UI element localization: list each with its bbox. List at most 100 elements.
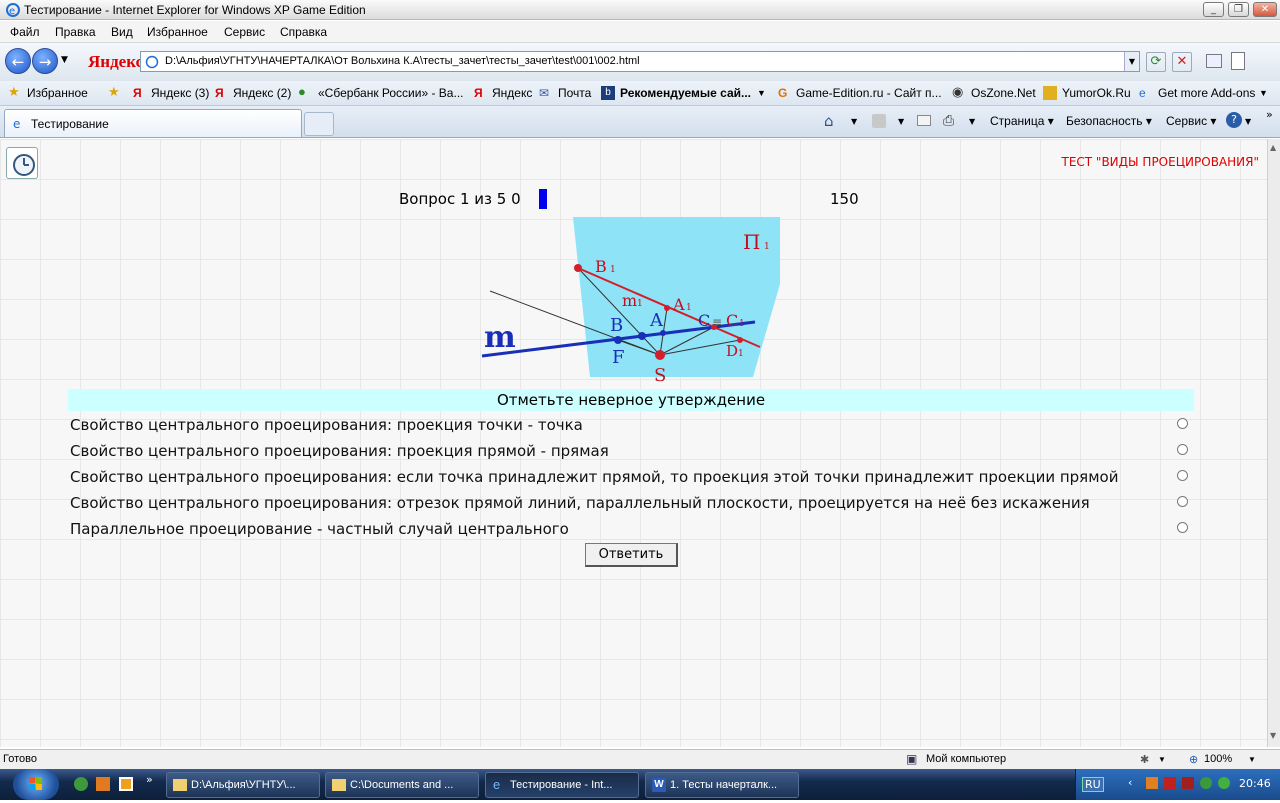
stop-icon[interactable]: ✕ bbox=[1172, 52, 1192, 72]
quicklaunch-icon[interactable] bbox=[74, 777, 88, 791]
zone-text: Мой компьютер bbox=[926, 753, 1007, 765]
taskbar-item-folder-1[interactable]: D:\Альфия\УГНТУ\... bbox=[166, 772, 320, 798]
fav-yandex[interactable]: Яндекс bbox=[492, 86, 532, 100]
taskbar-item-word[interactable]: W 1. Тесты начерталк... bbox=[645, 772, 799, 798]
more-icon[interactable]: » bbox=[1266, 108, 1273, 121]
mail-fav-icon: ✉ bbox=[539, 86, 550, 100]
fav-mail[interactable]: Почта bbox=[558, 86, 591, 100]
forward-button[interactable]: → bbox=[32, 48, 58, 74]
menu-file[interactable]: Файл bbox=[10, 25, 40, 39]
read-mail-icon[interactable] bbox=[917, 115, 931, 126]
rss-icon[interactable] bbox=[872, 114, 886, 128]
language-indicator[interactable]: RU bbox=[1082, 777, 1104, 792]
word-icon: W bbox=[652, 778, 666, 792]
tools-menu[interactable]: Сервис ▾ bbox=[1166, 114, 1216, 128]
answer-radio-5[interactable] bbox=[1177, 522, 1188, 533]
safety-menu-label: Безопасность bbox=[1066, 114, 1143, 128]
tray-icon[interactable] bbox=[1200, 777, 1212, 789]
answer-radio-2[interactable] bbox=[1177, 444, 1188, 455]
more-icon[interactable]: » bbox=[146, 773, 153, 786]
zoom-level[interactable]: 100% bbox=[1204, 753, 1232, 765]
yandex-fav-icon: Я bbox=[474, 86, 483, 100]
chevron-down-icon[interactable]: ▼ bbox=[1158, 755, 1166, 764]
tray-expand-icon[interactable]: ‹ bbox=[1128, 776, 1132, 789]
fav-yandex-2[interactable]: Яндекс (2) bbox=[233, 86, 291, 100]
label-m1: m bbox=[622, 291, 637, 310]
chevron-down-icon[interactable]: ▼ bbox=[757, 88, 766, 98]
taskbar-item-label: D:\Альфия\УГНТУ\... bbox=[191, 779, 296, 791]
answer-radio-3[interactable] bbox=[1177, 470, 1188, 481]
fav-recommended[interactable]: Рекомендуемые сай... bbox=[620, 86, 751, 100]
back-button[interactable]: ← bbox=[5, 48, 31, 74]
answer-radio-4[interactable] bbox=[1177, 496, 1188, 507]
chevron-down-icon[interactable]: ▼ bbox=[1245, 117, 1251, 126]
menu-view[interactable]: Вид bbox=[111, 25, 133, 39]
yandex-fav-icon: Я bbox=[215, 86, 224, 100]
label-equiv: ≡ bbox=[712, 315, 722, 329]
home-icon[interactable]: ⌂ bbox=[824, 112, 834, 130]
print-icon[interactable]: ⎙ bbox=[943, 113, 954, 129]
scroll-down-icon[interactable]: ▼ bbox=[1270, 731, 1276, 740]
tray-icon[interactable] bbox=[1218, 777, 1230, 789]
status-text: Готово bbox=[3, 753, 37, 765]
safety-menu[interactable]: Безопасность ▾ bbox=[1066, 114, 1152, 128]
point-a bbox=[638, 332, 646, 340]
taskbar-item-label: 1. Тесты начерталк... bbox=[670, 779, 778, 791]
tray-icon[interactable] bbox=[1146, 777, 1158, 789]
tab-testing[interactable]: e Тестирование bbox=[4, 109, 302, 137]
fav-yumorok[interactable]: YumorOk.Ru bbox=[1062, 86, 1131, 100]
taskbar-item-folder-2[interactable]: C:\Documents and ... bbox=[325, 772, 479, 798]
maximize-button[interactable]: ❐ bbox=[1228, 2, 1249, 17]
history-dropdown-icon[interactable]: ▼ bbox=[61, 55, 68, 65]
start-button[interactable] bbox=[13, 769, 59, 800]
page-menu[interactable]: Страница ▾ bbox=[990, 114, 1054, 128]
fav-get-addons[interactable]: Get more Add-ons bbox=[1158, 86, 1255, 100]
tray-icon[interactable] bbox=[1164, 777, 1176, 789]
add-favorite-icon[interactable]: ★ bbox=[108, 84, 120, 100]
close-button[interactable]: ✕ bbox=[1253, 2, 1277, 17]
help-icon[interactable]: ? bbox=[1226, 112, 1242, 128]
fav-sberbank[interactable]: «Сбербанк России» - Ва... bbox=[318, 86, 463, 100]
quicklaunch-icon[interactable] bbox=[119, 777, 133, 791]
timer-value: 150 bbox=[830, 190, 859, 208]
scroll-up-icon[interactable]: ▲ bbox=[1270, 143, 1276, 152]
minimize-button[interactable]: _ bbox=[1203, 2, 1224, 17]
menu-tools[interactable]: Сервис bbox=[224, 25, 265, 39]
page-content: ТЕСТ "ВИДЫ ПРОЕЦИРОВАНИЯ" Вопрос 1 из 5 … bbox=[0, 139, 1267, 747]
refresh-icon[interactable]: ⟳ bbox=[1146, 52, 1166, 72]
fav-yandex-3[interactable]: Яндекс (3) bbox=[151, 86, 209, 100]
address-field[interactable]: D:\Альфия\УГНТУ\НАЧЕРТАЛКА\От Вольхина К… bbox=[140, 51, 1140, 72]
address-dropdown-icon[interactable]: ▼ bbox=[1124, 52, 1139, 71]
menu-help[interactable]: Справка bbox=[280, 25, 327, 39]
submit-answer-button[interactable]: Ответить bbox=[585, 543, 678, 567]
answer-radio-1[interactable] bbox=[1177, 418, 1188, 429]
mail-icon[interactable] bbox=[1206, 54, 1222, 68]
favorites-button[interactable]: Избранное bbox=[27, 86, 88, 100]
tab-bar: e Тестирование ⌂ ▼ ▼ ⎙ ▼ Страница ▾ Безо… bbox=[0, 106, 1280, 138]
quicklaunch-icon[interactable] bbox=[96, 777, 110, 791]
answer-option-2: Свойство центрального проецирования: про… bbox=[70, 442, 609, 460]
chevron-down-icon[interactable]: ▼ bbox=[1259, 88, 1268, 98]
feeds-icon[interactable] bbox=[1231, 52, 1245, 70]
chevron-down-icon[interactable]: ▼ bbox=[1248, 755, 1256, 764]
chevron-down-icon[interactable]: ▼ bbox=[851, 117, 857, 126]
chevron-down-icon[interactable]: ▼ bbox=[898, 117, 904, 126]
label-s: S bbox=[654, 365, 666, 384]
point-b bbox=[614, 336, 622, 344]
answer-option-4: Свойство центрального проецирования: отр… bbox=[70, 494, 1090, 512]
tray-icon[interactable] bbox=[1182, 777, 1194, 789]
fav-oszone[interactable]: OsZone.Net bbox=[971, 86, 1036, 100]
label-c1: C bbox=[726, 311, 738, 330]
menu-edit[interactable]: Правка bbox=[55, 25, 96, 39]
fav-game-edition[interactable]: Game-Edition.ru - Сайт п... bbox=[796, 86, 942, 100]
label-plane: П bbox=[743, 230, 760, 254]
vertical-scrollbar[interactable]: ▲ ▼ bbox=[1267, 139, 1280, 747]
taskbar-item-ie[interactable]: e Тестирование - Int... bbox=[485, 772, 639, 798]
chevron-down-icon[interactable]: ▼ bbox=[969, 117, 975, 126]
new-tab-button[interactable] bbox=[304, 112, 334, 136]
label-m1-sub: 1 bbox=[637, 299, 643, 309]
menu-favorites[interactable]: Избранное bbox=[147, 25, 208, 39]
point-s bbox=[655, 350, 665, 360]
game-edition-icon: G bbox=[778, 86, 788, 100]
label-f: F bbox=[612, 347, 625, 368]
